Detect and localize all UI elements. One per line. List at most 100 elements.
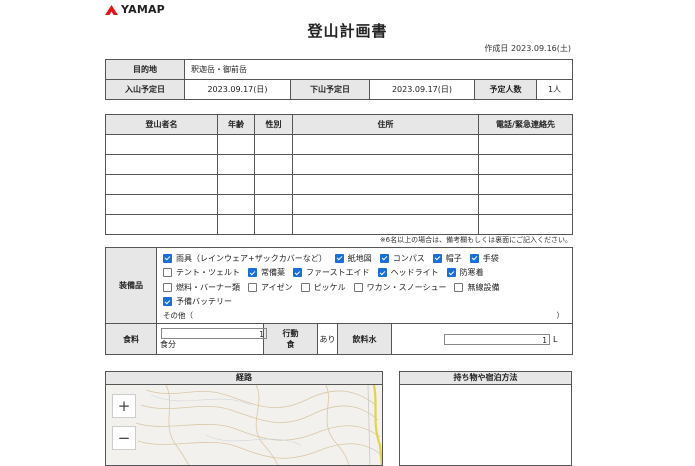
food-cell: 1食分: [156, 323, 267, 355]
table-cell[interactable]: [254, 174, 293, 195]
equipment-table: 装備品 雨具（レインウェア+ザックカバーなど） 紙地図 コンパス 帽子 手袋テント・ツェ…: [105, 247, 574, 355]
checkbox[interactable]: [454, 282, 464, 292]
emergency-food-label-line1: 行動: [282, 329, 299, 338]
checkbox[interactable]: [469, 253, 479, 263]
checkbox[interactable]: [432, 253, 442, 263]
table-cell[interactable]: [105, 154, 218, 175]
checkbox[interactable]: [163, 282, 172, 292]
enter-date-label: 入山予定日: [105, 79, 185, 100]
equipment-item[interactable]: ファーストエイド: [293, 267, 370, 278]
table-cell[interactable]: [217, 214, 255, 235]
equipment-item-label: 紙地図: [347, 253, 372, 263]
table-cell[interactable]: [105, 214, 218, 235]
equipment-row: 燃料・バーナー類 アイゼン ピッケル ワカン・スノーシュー 無線設備: [163, 280, 572, 295]
people-count-value: 1人: [535, 79, 574, 100]
checkbox[interactable]: [353, 282, 363, 292]
equipment-item[interactable]: 帽子: [432, 253, 462, 264]
equipment-item[interactable]: コンパス: [379, 253, 425, 264]
checkbox[interactable]: [334, 253, 344, 263]
table-cell[interactable]: [292, 134, 479, 155]
equipment-item[interactable]: ワカン・スノーシュー: [353, 282, 446, 293]
equipment-row: 雨具（レインウェア+ザックカバーなど） 紙地図 コンパス 帽子 手袋: [163, 251, 572, 266]
table-cell[interactable]: [217, 194, 255, 215]
destination-value: 釈迦岳・御前岳: [183, 59, 574, 80]
equipment-item-label: ヘッドライト: [390, 268, 439, 278]
col-age-header: 年齢: [217, 114, 255, 135]
equipment-label: 装備品: [105, 247, 157, 324]
table-row: [105, 214, 573, 235]
exit-date-label: 下山予定日: [290, 79, 370, 100]
checkbox[interactable]: [163, 253, 172, 263]
checkbox[interactable]: [300, 282, 310, 292]
equipment-row: テント・ツェルト 常備薬 ファーストエイド ヘッドライト 防寒着: [163, 266, 572, 281]
packing-label: 持ち物や宿泊方法: [400, 372, 571, 385]
equipment-item-label: 無線設備: [467, 282, 500, 292]
checkbox[interactable]: [293, 268, 302, 278]
water-input[interactable]: 1: [444, 333, 550, 345]
enter-date-value: 2023.09.17(日): [184, 79, 291, 100]
table-cell[interactable]: [292, 214, 479, 235]
table-cell[interactable]: [478, 194, 573, 215]
equipment-item-label: 手袋: [482, 253, 499, 263]
table-cell[interactable]: [217, 134, 255, 155]
col-phone-header: 電話/緊急連絡先: [478, 114, 573, 135]
equipment-item[interactable]: テント・ツェルト: [163, 267, 240, 278]
equipment-item[interactable]: ピッケル: [300, 282, 346, 293]
yamap-logo: YAMAP: [105, 3, 165, 16]
food-input[interactable]: 1: [161, 328, 267, 339]
table-row: [105, 174, 573, 195]
emergency-food-label: 行動 食: [263, 323, 318, 355]
equipment-item[interactable]: アイゼン: [248, 282, 293, 293]
climbers-table: 登山者名 年齢 性別 住所 電話/緊急連絡先: [105, 114, 573, 235]
document-title: 登山計画書: [307, 22, 388, 40]
equipment-item[interactable]: 燃料・バーナー類: [163, 282, 240, 293]
table-cell[interactable]: [478, 214, 573, 235]
table-cell[interactable]: [217, 154, 255, 175]
table-cell[interactable]: [478, 174, 573, 195]
checkbox[interactable]: [248, 268, 257, 278]
zoom-in-button[interactable]: +: [112, 394, 136, 418]
equipment-item[interactable]: 無線設備: [454, 282, 499, 293]
table-cell[interactable]: [478, 134, 573, 155]
table-cell[interactable]: [254, 214, 293, 235]
table-cell[interactable]: [105, 194, 218, 215]
table-cell[interactable]: [292, 154, 479, 175]
equipment-item[interactable]: 常備薬: [248, 267, 285, 278]
route-map[interactable]: + −: [106, 385, 382, 465]
people-count-label: 予定人数: [474, 79, 537, 100]
table-cell[interactable]: [292, 194, 479, 215]
equipment-item-label: アイゼン: [261, 282, 293, 292]
table-cell[interactable]: [478, 154, 573, 175]
equipment-item[interactable]: ヘッドライト: [377, 267, 439, 278]
zoom-out-button[interactable]: −: [112, 426, 136, 450]
equipment-item[interactable]: 雨具（レインウェア+ザックカバーなど）: [163, 253, 327, 264]
checkbox[interactable]: [163, 297, 172, 307]
topographic-map-graphic: [135, 385, 382, 465]
equipment-row: 予備バッテリー: [163, 295, 572, 310]
other-equipment-line: その他（ ）: [163, 309, 572, 321]
table-cell[interactable]: [254, 154, 293, 175]
equipment-item[interactable]: 手袋: [469, 253, 499, 264]
equipment-item-label: 帽子: [445, 253, 462, 263]
equipment-item[interactable]: 防寒着: [446, 267, 484, 278]
food-label: 食料: [105, 323, 157, 355]
equipment-item-label: ファーストエイド: [306, 268, 370, 278]
table-cell[interactable]: [254, 194, 293, 215]
equipment-item-label: 防寒着: [459, 268, 484, 278]
other-equipment-label: その他（: [163, 310, 193, 320]
equipment-item-label: ピッケル: [313, 282, 346, 292]
checkbox[interactable]: [377, 268, 387, 278]
equipment-checklist: 雨具（レインウェア+ザックカバーなど） 紙地図 コンパス 帽子 手袋テント・ツェルト 常備…: [155, 247, 574, 324]
table-cell[interactable]: [105, 134, 218, 155]
checkbox[interactable]: [163, 268, 172, 278]
table-cell[interactable]: [254, 134, 293, 155]
checkbox[interactable]: [446, 268, 456, 278]
food-unit: 食分: [160, 340, 176, 349]
checkbox[interactable]: [248, 282, 257, 292]
equipment-item[interactable]: 紙地図: [334, 253, 372, 264]
equipment-item[interactable]: 予備バッテリー: [163, 296, 232, 307]
table-cell[interactable]: [105, 174, 218, 195]
checkbox[interactable]: [379, 253, 389, 263]
table-cell[interactable]: [217, 174, 255, 195]
table-cell[interactable]: [292, 174, 479, 195]
